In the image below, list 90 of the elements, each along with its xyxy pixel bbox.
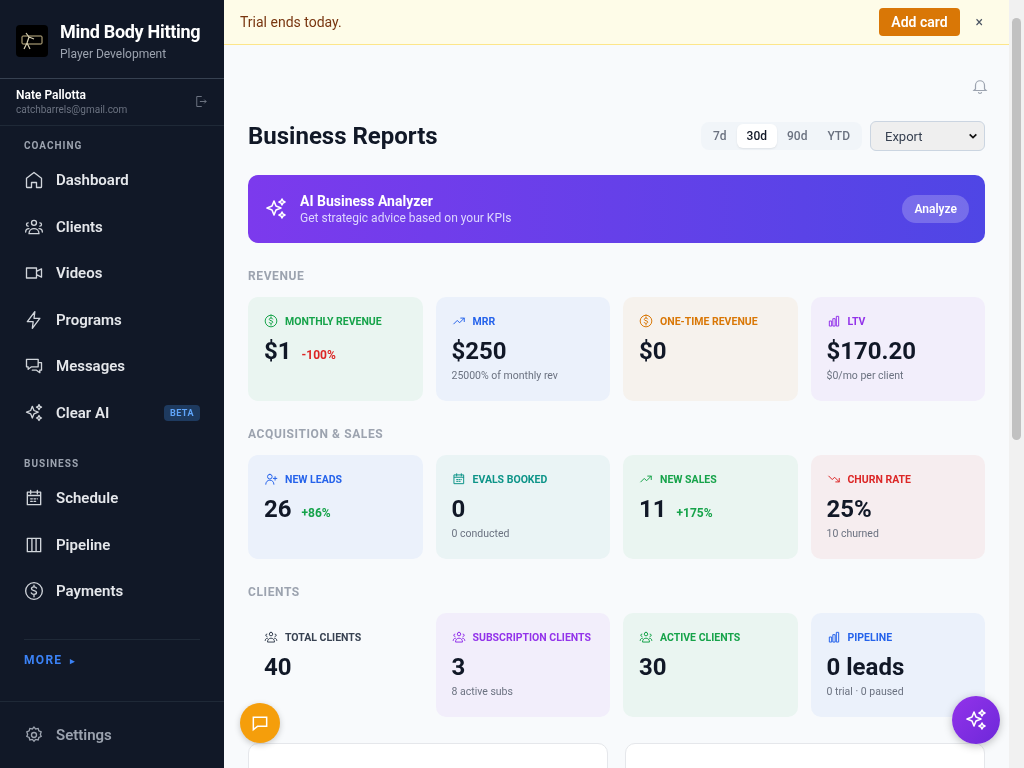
- dollar-icon: [264, 314, 278, 328]
- kpi-label: EVALS BOOKED: [472, 472, 548, 486]
- kpi-change: +175%: [676, 506, 713, 520]
- kpi-label: TOTAL CLIENTS: [285, 630, 362, 644]
- kpi-value: 40: [264, 653, 292, 681]
- kpi-label: NEW SALES: [660, 472, 717, 486]
- trend-up-icon: [639, 472, 653, 486]
- nav-item[interactable]: Schedule: [24, 475, 200, 522]
- kpi-value: 30: [639, 653, 667, 681]
- sparkles-icon: [264, 197, 288, 221]
- users-icon: [639, 630, 653, 644]
- kpi-value: $250: [451, 337, 507, 365]
- kpi-label: MONTHLY REVENUE: [285, 314, 382, 328]
- close-button[interactable]: ×: [973, 14, 985, 30]
- kpi-label: CHURN RATE: [847, 472, 911, 486]
- kpi-note: 10 churned: [826, 527, 880, 540]
- scrollbar[interactable]: [1009, 0, 1024, 768]
- kpi-label: ONE-TIME REVENUE: [660, 314, 758, 328]
- dollar-icon: [24, 581, 44, 602]
- kpi-value: 26: [264, 495, 292, 523]
- section-title: CLIENTS: [248, 585, 301, 599]
- home-icon: [24, 170, 44, 191]
- nav-item[interactable]: Messages: [24, 343, 200, 390]
- trend-up-icon: [451, 314, 466, 328]
- bars-icon: [826, 630, 841, 644]
- nav-section-title: BUSINESS: [24, 458, 81, 469]
- page-title: Business Reports: [248, 122, 439, 150]
- users-icon: [451, 630, 466, 644]
- brand-name: Mind Body Hitting: [60, 21, 201, 42]
- users-icon: [264, 630, 278, 644]
- period-tab[interactable]: 7d: [703, 124, 737, 148]
- brand-subtitle: Player Development: [60, 47, 168, 61]
- logo-icon: [16, 25, 48, 57]
- kpi-label: PIPELINE: [847, 630, 893, 644]
- section-title: ACQUISITION & SALES: [248, 427, 385, 441]
- kpi-value: 25%: [826, 495, 872, 523]
- trend-down-icon: [826, 472, 841, 486]
- kpi-change: -100%: [301, 348, 336, 362]
- sparkles-icon: [24, 402, 44, 423]
- more-link[interactable]: MORE ▸: [24, 652, 76, 667]
- kpi-value: $170.20: [826, 337, 917, 365]
- section-title: REVENUE: [248, 269, 306, 283]
- ai-analyzer-title: AI Business Analyzer: [300, 193, 434, 209]
- calendar-icon: [451, 472, 466, 486]
- export-dropdown[interactable]: Export: [870, 121, 985, 151]
- ai-assistant-button[interactable]: [952, 696, 1000, 744]
- kpi-value: $1: [264, 337, 292, 365]
- kpi-note: 8 active subs: [451, 685, 514, 698]
- kpi-label: ACTIVE CLIENTS: [660, 630, 741, 644]
- ai-analyzer-subtitle: Get strategic advice based on your KPIs: [300, 211, 513, 225]
- sparkles-icon: [964, 708, 988, 732]
- settings-icon: [24, 725, 44, 745]
- kpi-label: NEW LEADS: [285, 472, 343, 486]
- nav-item[interactable]: Payments: [24, 568, 200, 615]
- user-name: Nate Pallotta: [16, 88, 88, 102]
- kpi-value: 0: [451, 495, 466, 523]
- nav-section-title: COACHING: [24, 140, 84, 151]
- notification-bell-icon[interactable]: [971, 77, 989, 95]
- nav-item[interactable]: Clear AI BETA: [24, 389, 200, 436]
- kpi-label: LTV: [847, 314, 866, 328]
- nav-item[interactable]: Clients: [24, 203, 200, 250]
- period-tab[interactable]: YTD: [817, 124, 860, 148]
- dollar-icon: [639, 314, 653, 328]
- user-plus-icon: [264, 472, 278, 486]
- kpi-change: +86%: [301, 506, 331, 520]
- kpi-note: $0/mo per client: [826, 369, 905, 382]
- bars-icon: [826, 314, 841, 328]
- kpi-label: SUBSCRIPTION CLIENTS: [472, 630, 591, 644]
- logout-icon[interactable]: [193, 94, 208, 109]
- chevron-down-icon: [968, 131, 978, 141]
- kpi-note: 25000% of monthly rev: [451, 369, 559, 382]
- kpi-value: $0: [639, 337, 667, 365]
- user-email: catchbarrels@gmail.com: [16, 104, 128, 115]
- nav-item[interactable]: Videos: [24, 250, 200, 297]
- chat-icon: [250, 713, 270, 733]
- kpi-value: 11: [639, 495, 667, 523]
- kpi-note: 0 trial · 0 paused: [826, 685, 905, 698]
- kpi-value: 0 leads: [826, 653, 905, 681]
- nav-item[interactable]: Pipeline: [24, 521, 200, 568]
- kpi-value: 3: [451, 653, 466, 681]
- kpi-label: MRR: [472, 314, 496, 328]
- analyze-button[interactable]: Analyze: [902, 195, 969, 223]
- nav-item[interactable]: Dashboard: [24, 157, 200, 204]
- period-tab[interactable]: 90d: [777, 124, 818, 148]
- trial-message: Trial ends today.: [240, 14, 343, 30]
- period-tab[interactable]: 30d: [736, 124, 777, 148]
- kpi-note: 0 conducted: [451, 527, 511, 540]
- nav-item[interactable]: Programs: [24, 296, 200, 343]
- beta-badge: BETA: [163, 404, 200, 421]
- chat-button[interactable]: [240, 703, 280, 743]
